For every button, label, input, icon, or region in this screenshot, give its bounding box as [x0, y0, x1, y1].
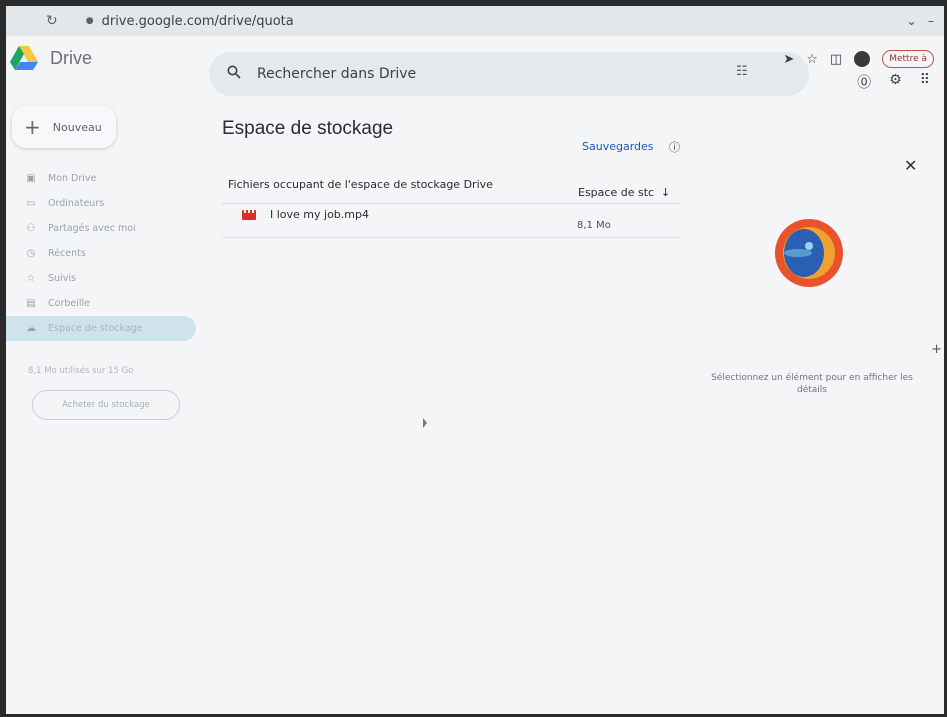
main-content: Espace de stockage Sauvegardes ⓘ Fichier… — [222, 118, 692, 238]
drive-logo-icon — [10, 46, 38, 70]
star-icon: ☆ — [26, 273, 36, 284]
gear-icon[interactable]: ⚙ — [889, 72, 902, 92]
new-button-label: Nouveau — [52, 120, 102, 134]
sidebar-item-shared[interactable]: ⚇ Partagés avec moi — [6, 216, 196, 241]
sidebar-item-label: Partagés avec moi — [48, 223, 136, 234]
apps-grid-icon[interactable]: ⠿ — [920, 72, 930, 92]
sidebar-item-recent[interactable]: ◷ Récents — [6, 241, 196, 266]
sidebar-item-label: Corbeille — [48, 298, 90, 309]
people-icon: ⚇ — [26, 223, 36, 234]
add-icon[interactable]: + — [931, 342, 942, 357]
update-button[interactable]: Mettre à — [882, 50, 934, 68]
file-list-header: Fichiers occupant de l'espace de stockag… — [222, 176, 680, 204]
file-name: I love my job.mp4 — [270, 208, 369, 221]
site-info-icon[interactable]: ● — [86, 16, 94, 26]
computer-icon: ▭ — [26, 198, 36, 209]
column-space-header[interactable]: Espace de stc ↓ — [578, 186, 670, 199]
mouse-cursor-icon — [423, 418, 427, 428]
plus-icon: + — [24, 115, 41, 139]
screen: ↻ ● drive.google.com/drive/quota ⌄ – Dri… — [6, 6, 944, 714]
app-name: Drive — [50, 47, 93, 68]
bookmark-star-icon[interactable]: ☆ — [806, 52, 818, 67]
header-actions: ⓪ ⚙ ⠿ — [857, 72, 930, 92]
send-icon[interactable]: ➤ — [783, 52, 794, 67]
drive-header: Drive ➤ ☆ ◫ Mettre à — [6, 36, 944, 98]
info-icon[interactable]: ⓘ — [669, 139, 680, 155]
clock-icon: ◷ — [26, 248, 36, 259]
cloud-icon: ☁ — [26, 323, 36, 334]
search-options-icon[interactable]: ☷ — [736, 64, 748, 79]
sidebar-item-label: Récents — [48, 248, 86, 259]
backups-link[interactable]: Sauvegardes — [582, 140, 654, 153]
browser-bar: ↻ ● drive.google.com/drive/quota ⌄ – — [6, 6, 944, 36]
trash-icon: ▤ — [26, 298, 36, 309]
column-space-label: Espace de stc — [578, 186, 655, 199]
reload-icon[interactable]: ↻ — [46, 13, 58, 29]
drive-logo[interactable]: Drive — [10, 46, 92, 70]
sidebar-item-starred[interactable]: ☆ Suivis — [6, 266, 196, 291]
search-bar[interactable] — [209, 52, 809, 96]
sidebar-item-label: Espace de stockage — [48, 323, 143, 334]
close-icon[interactable]: ✕ — [904, 156, 917, 175]
sidebar-nav: ▣ Mon Drive ▭ Ordinateurs ⚇ Partagés ave… — [6, 166, 196, 341]
sidebar-item-my-drive[interactable]: ▣ Mon Drive — [6, 166, 196, 191]
sidepanel-icon[interactable]: ◫ — [830, 52, 842, 67]
page-title: Espace de stockage — [222, 118, 394, 139]
sidebar-item-storage[interactable]: ☁ Espace de stockage — [6, 316, 196, 341]
details-panel: ✕ Sélectionnez un élément pour en affich… — [686, 126, 936, 626]
sidebar-item-label: Ordinateurs — [48, 198, 105, 209]
browser-toolbar: ➤ ☆ ◫ Mettre à — [783, 50, 934, 68]
details-empty-text: Sélectionnez un élément pour en afficher… — [711, 373, 913, 395]
details-illustration — [775, 219, 843, 287]
help-icon[interactable]: ⓪ — [857, 72, 871, 92]
sort-arrow-down-icon[interactable]: ↓ — [658, 186, 670, 199]
sidebar-item-label: Mon Drive — [48, 173, 97, 184]
window-controls[interactable]: ⌄ – — [907, 14, 935, 28]
column-files-header: Fichiers occupant de l'espace de stockag… — [228, 178, 493, 191]
avatar[interactable] — [854, 51, 871, 67]
address-bar[interactable]: drive.google.com/drive/quota — [102, 14, 294, 29]
sidebar-item-trash[interactable]: ▤ Corbeille — [6, 291, 196, 316]
drive-icon: ▣ — [26, 173, 36, 184]
buy-storage-button[interactable]: Acheter du stockage — [32, 390, 180, 420]
sidebar-item-label: Suivis — [48, 273, 76, 284]
search-icon[interactable] — [227, 65, 241, 83]
new-button[interactable]: + Nouveau — [12, 106, 116, 148]
storage-quota-text: 8,1 Mo utilisés sur 15 Go — [28, 366, 134, 376]
video-file-icon — [242, 210, 256, 220]
sidebar-item-computers[interactable]: ▭ Ordinateurs — [6, 191, 196, 216]
file-size: 8,1 Mo — [577, 220, 611, 231]
table-row[interactable]: I love my job.mp4 8,1 Mo — [222, 206, 680, 238]
search-input[interactable] — [257, 66, 637, 82]
